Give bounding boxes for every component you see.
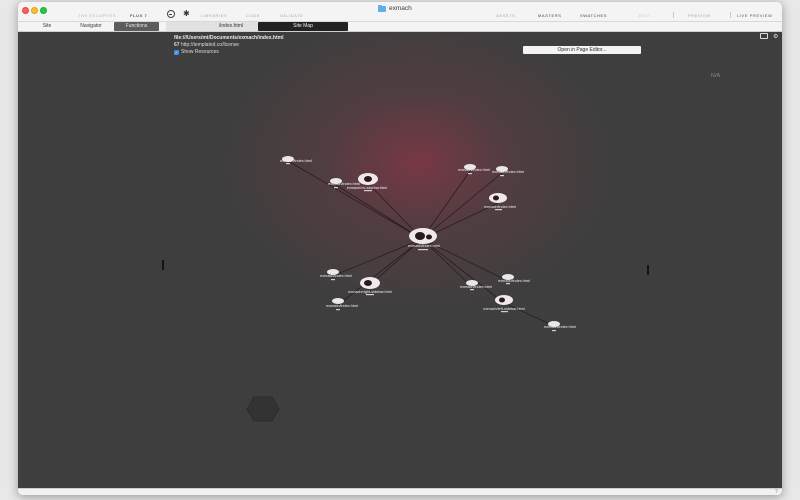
app-window: exmach THE ESCAPERS FLUX 7 ✱ LIBRARIES C…: [18, 2, 782, 495]
close-window-button[interactable]: [22, 7, 29, 14]
site-map-node[interactable]: exmach/index.html: [458, 164, 490, 175]
assets-button[interactable]: ASSETS: [496, 13, 515, 18]
maximize-window-button[interactable]: [40, 7, 47, 14]
live-preview-button[interactable]: LIVE PREVIEW: [737, 13, 772, 18]
site-map-graph: exmach/index.html exmach/index.html exma…: [280, 156, 576, 332]
node-label: exmach/index.html: [544, 325, 576, 329]
libraries-button[interactable]: LIBRARIES: [201, 13, 227, 18]
brand-label: THE ESCAPERS: [78, 13, 117, 18]
title-bar: exmach THE ESCAPERS FLUX 7 ✱ LIBRARIES C…: [18, 2, 782, 22]
settings-icon[interactable]: ⚙: [773, 34, 778, 40]
minimize-window-button[interactable]: [31, 7, 38, 14]
node-label: exmach/left-sidebar.html: [483, 307, 524, 311]
window-title: exmach: [378, 4, 412, 12]
site-map-node[interactable]: exmach/index.html: [320, 269, 352, 281]
folder-icon: [378, 4, 386, 12]
node-label: exmach/no-sidebar.html: [347, 186, 387, 190]
code-button[interactable]: CODE: [246, 13, 260, 18]
node-label: exmach/index.html: [326, 304, 358, 308]
node-label: exmach/index.html: [458, 168, 490, 172]
panel-toggle-icon[interactable]: [760, 33, 768, 39]
tab-site[interactable]: Site: [38, 22, 56, 31]
page-path-field[interactable]: /index.html: [166, 22, 266, 31]
tab-functions[interactable]: Functions: [114, 22, 159, 31]
masters-button[interactable]: MASTERS: [538, 13, 562, 18]
site-map-node[interactable]: exmach/index.html: [544, 321, 576, 332]
node-label: exmach/index.html: [408, 244, 440, 248]
mode-toggle-icon[interactable]: [167, 10, 175, 18]
help-icon[interactable]: ?: [775, 489, 778, 495]
node-label: exmach/right-sidebar.html: [348, 290, 392, 294]
site-map-node[interactable]: exmach/index.html: [280, 156, 312, 165]
product-label: FLUX 7: [130, 13, 148, 18]
site-map-button[interactable]: Site Map: [258, 22, 348, 31]
toolbar-divider: [673, 12, 674, 18]
validate-button[interactable]: VALIDATE: [280, 13, 304, 18]
site-map-node[interactable]: exmach/index.html: [484, 193, 516, 211]
node-label: exmach/index.html: [484, 205, 516, 209]
navigation-bar: Site Navigator Functions /index.html Sit…: [18, 22, 782, 32]
gear-icon[interactable]: ✱: [183, 10, 191, 18]
swatches-button[interactable]: SWATCHES: [580, 13, 607, 18]
node-label: exmach/index.html: [320, 274, 352, 278]
site-map-node[interactable]: exmach/index.html: [326, 298, 358, 311]
site-map-node[interactable]: exmach/left-sidebar.html: [483, 295, 525, 313]
window-title-text: exmach: [389, 5, 412, 12]
status-bar: ?: [18, 488, 782, 495]
site-map-node[interactable]: exmach/index.html: [492, 166, 524, 177]
site-map-center-node[interactable]: exmach/index.html: [408, 228, 440, 251]
node-label: exmach/index.html: [280, 159, 312, 163]
preview-button[interactable]: PREVIEW: [688, 13, 711, 18]
edit-button[interactable]: EDIT: [639, 13, 651, 18]
site-map-node[interactable]: exmach/index.html: [498, 274, 530, 285]
site-map-canvas[interactable]: file:///Users/mt/Documents/exmach/index.…: [18, 33, 782, 488]
site-map-node[interactable]: exmach/right-sidebar.html: [348, 277, 392, 296]
toolbar-divider: [730, 12, 731, 18]
site-map-node[interactable]: exmach/index.html: [460, 280, 492, 291]
node-label: exmach/index.html: [492, 170, 524, 174]
node-label: exmach/index.html: [460, 285, 492, 289]
node-label: exmach/index.html: [498, 279, 530, 283]
tab-navigator[interactable]: Navigator: [75, 22, 107, 31]
